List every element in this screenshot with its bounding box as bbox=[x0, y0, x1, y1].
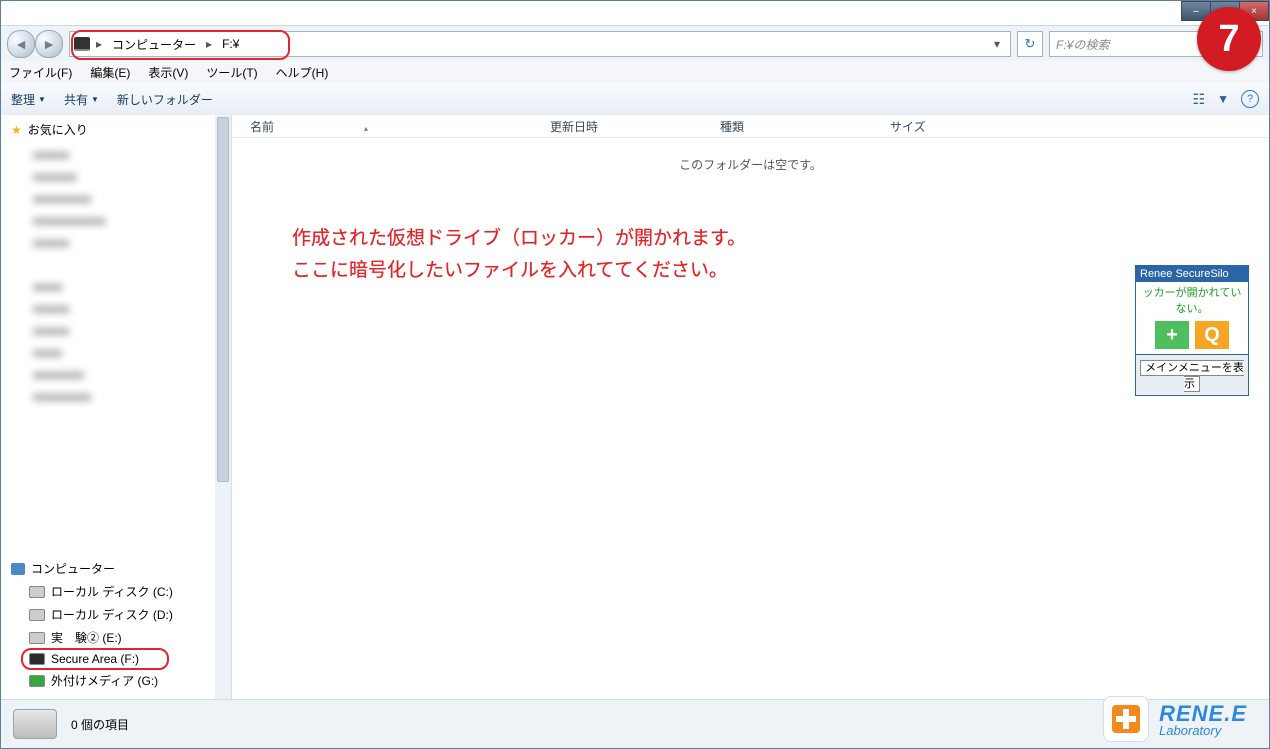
step-badge: 7 bbox=[1197, 7, 1261, 71]
panel-menu-button-row: メインメニューを表示 bbox=[1136, 354, 1248, 395]
chevron-right-icon: ▸ bbox=[206, 37, 212, 51]
menu-help[interactable]: ヘルプ(H) bbox=[274, 62, 331, 83]
chevron-down-icon: ▼ bbox=[91, 95, 99, 104]
sidebar-favorites-label: お気に入り bbox=[28, 121, 88, 138]
computer-icon bbox=[11, 563, 25, 575]
sidebar-favorites[interactable]: ★ お気に入り bbox=[11, 121, 221, 138]
view-options-button[interactable]: ☷ bbox=[1193, 91, 1206, 108]
sidebar-drive-g[interactable]: 外付けメディア (G:) bbox=[11, 669, 221, 692]
disk-icon bbox=[29, 609, 45, 621]
disk-icon bbox=[29, 653, 45, 665]
address-dropdown[interactable]: ▾ bbox=[988, 37, 1006, 51]
col-name[interactable]: 名前▴ bbox=[250, 118, 550, 135]
new-folder-button[interactable]: 新しいフォルダー bbox=[117, 91, 213, 108]
chevron-down-icon: ▼ bbox=[1217, 92, 1229, 106]
sidebar-drive-e[interactable]: 実 験② (E:) bbox=[11, 626, 221, 649]
star-icon: ★ bbox=[11, 123, 22, 137]
menu-tools[interactable]: ツール(T) bbox=[204, 62, 259, 83]
disk-icon bbox=[29, 632, 45, 644]
column-headers: 名前▴ 更新日時 種類 サイズ bbox=[232, 115, 1269, 138]
menu-view[interactable]: 表示(V) bbox=[146, 62, 190, 83]
sidebar-drive-f[interactable]: Secure Area (F:) bbox=[11, 649, 221, 669]
sidebar-blurred-items: ■■■■■■■■■■■■■■■■■■■■■■■■■■■■■■■■■■■■■■■■… bbox=[33, 144, 221, 408]
menu-edit[interactable]: 編集(E) bbox=[88, 62, 132, 83]
panel-title: Renee SecureSilo bbox=[1136, 266, 1248, 282]
help-button[interactable]: ? bbox=[1241, 90, 1259, 108]
sidebar-drive-c[interactable]: ローカル ディスク (C:) bbox=[11, 580, 221, 603]
panel-menu-button[interactable]: メインメニューを表示 bbox=[1140, 360, 1244, 392]
panel-add-button[interactable]: + bbox=[1155, 321, 1189, 349]
back-button[interactable]: ◄ bbox=[7, 30, 35, 58]
sidebar-drive-d[interactable]: ローカル ディスク (D:) bbox=[11, 603, 221, 626]
annotation-text: 作成された仮想ドライブ（ロッカー）が開かれます。 ここに暗号化したいファイルを入… bbox=[292, 223, 746, 288]
nav-row: ◄ ► ▸ コンピューター ▸ F:¥ ▾ ↻ F:¥の検索 bbox=[1, 25, 1269, 63]
toolbar: 整理▼ 共有▼ 新しいフォルダー ☷ ▼ ? bbox=[1, 83, 1269, 116]
content-area: 名前▴ 更新日時 種類 サイズ このフォルダーは空です。 作成された仮想ドライブ… bbox=[232, 115, 1269, 700]
breadcrumb-computer[interactable]: コンピューター bbox=[108, 34, 200, 55]
col-size[interactable]: サイズ bbox=[890, 118, 986, 135]
empty-folder-text: このフォルダーは空です。 bbox=[232, 156, 1269, 173]
status-bar: 0 個の項目 bbox=[1, 699, 1269, 748]
refresh-button[interactable]: ↻ bbox=[1017, 31, 1043, 57]
sidebar-computer[interactable]: コンピューター bbox=[11, 557, 221, 580]
scrollbar-thumb[interactable] bbox=[217, 117, 229, 482]
organize-button[interactable]: 整理▼ bbox=[11, 91, 46, 108]
address-bar[interactable]: ▸ コンピューター ▸ F:¥ ▾ bbox=[69, 31, 1011, 57]
col-type[interactable]: 種類 bbox=[720, 118, 890, 135]
drive-icon bbox=[74, 37, 90, 51]
disk-icon bbox=[29, 586, 45, 598]
status-item-count: 0 個の項目 bbox=[71, 716, 129, 733]
securesilo-panel: Renee SecureSilo ッカーが開かれていない。 + Q メインメニュ… bbox=[1135, 265, 1249, 396]
sidebar-computer-group: コンピューター ローカル ディスク (C:) ローカル ディスク (D:) 実 … bbox=[1, 557, 231, 692]
logo-cross-icon bbox=[1103, 696, 1149, 742]
menu-bar: ファイル(F) 編集(E) 表示(V) ツール(T) ヘルプ(H) bbox=[1, 61, 1269, 84]
sort-indicator-icon: ▴ bbox=[364, 124, 368, 133]
drive-large-icon bbox=[13, 709, 57, 739]
sidebar-scrollbar[interactable] bbox=[215, 115, 231, 700]
external-icon bbox=[29, 675, 45, 687]
menu-file[interactable]: ファイル(F) bbox=[7, 62, 74, 83]
sidebar: ★ お気に入り ■■■■■■■■■■■■■■■■■■■■■■■■■■■■■■■■… bbox=[1, 115, 232, 700]
breadcrumb-drive[interactable]: F:¥ bbox=[218, 35, 243, 53]
chevron-down-icon: ▼ bbox=[38, 95, 46, 104]
panel-status: ッカーが開かれていない。 bbox=[1136, 282, 1248, 318]
chevron-right-icon: ▸ bbox=[96, 37, 102, 51]
renee-logo: RENE.E Laboratory bbox=[1103, 696, 1247, 742]
panel-q-button[interactable]: Q bbox=[1195, 321, 1229, 349]
col-date[interactable]: 更新日時 bbox=[550, 118, 720, 135]
share-button[interactable]: 共有▼ bbox=[64, 91, 99, 108]
forward-button[interactable]: ► bbox=[35, 30, 63, 58]
